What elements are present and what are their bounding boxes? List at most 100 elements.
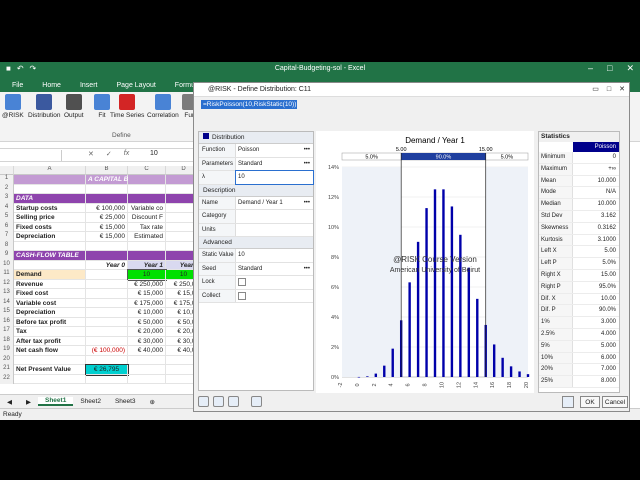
grid-cell[interactable]: CASH-FLOW TABLE: [14, 251, 86, 261]
row-header[interactable]: 6: [0, 222, 14, 232]
grid-cell[interactable]: [86, 327, 128, 337]
cycle-icon[interactable]: [228, 396, 239, 407]
grid-cell[interactable]: Tax: [14, 327, 86, 337]
grid-cell[interactable]: Depreciation: [14, 232, 86, 242]
row-header[interactable]: 22: [0, 374, 14, 384]
ribbon-timeseries-button[interactable]: Time Series: [110, 94, 144, 119]
grid-cell[interactable]: [86, 194, 128, 204]
grid-cell[interactable]: € 15,000: [86, 222, 128, 232]
row-header[interactable]: 5: [0, 213, 14, 223]
row-header[interactable]: 14: [0, 298, 14, 308]
grid-cell[interactable]: [14, 260, 86, 270]
row-header[interactable]: 1: [0, 175, 14, 185]
settings-icon[interactable]: [213, 396, 224, 407]
sheet-tab-sheet1[interactable]: Sheet1: [38, 397, 74, 406]
grid-cell[interactable]: € 25,000: [86, 213, 128, 223]
grid-cell[interactable]: Net cash flow: [14, 346, 86, 356]
property-value[interactable]: [236, 210, 313, 223]
grid-cell[interactable]: After tax profit: [14, 336, 86, 346]
edit-icon[interactable]: [562, 396, 574, 408]
close-icon[interactable]: ✕: [626, 63, 634, 74]
grid-cell[interactable]: € 30,000: [128, 336, 166, 346]
add-sheet-icon[interactable]: ⊕: [143, 398, 162, 406]
checkbox[interactable]: [238, 291, 246, 300]
cancel-icon[interactable]: ✕: [88, 150, 94, 158]
row-header[interactable]: 9: [0, 251, 14, 261]
grid-cell[interactable]: € 10,000: [128, 308, 166, 318]
grid-cell[interactable]: € 15,000: [128, 289, 166, 299]
grid-cell[interactable]: Estimated: [128, 232, 166, 242]
grid-cell[interactable]: Discount F: [128, 213, 166, 223]
menu-home[interactable]: Home: [42, 82, 61, 89]
menu-insert[interactable]: Insert: [80, 82, 98, 89]
help-icon[interactable]: [198, 396, 209, 407]
property-value[interactable]: Standard •••: [236, 158, 313, 171]
grid-cell[interactable]: [86, 270, 128, 280]
ribbon-distribution-button[interactable]: Distribution: [28, 94, 61, 119]
grid-cell[interactable]: [86, 374, 128, 384]
grid-cell[interactable]: Fixed costs: [14, 222, 86, 232]
grid-cell[interactable]: [86, 251, 128, 261]
grid-cell[interactable]: [128, 184, 166, 194]
grid-cell[interactable]: [14, 175, 86, 185]
grid-cell[interactable]: [128, 194, 166, 204]
grid-cell[interactable]: Depreciation: [14, 308, 86, 318]
grid-cell[interactable]: € 250,000: [128, 279, 166, 289]
property-value[interactable]: 10: [236, 249, 313, 262]
row-header[interactable]: 21: [0, 365, 14, 375]
sheet-nav-right-icon[interactable]: ▶: [19, 398, 38, 406]
grid-cell[interactable]: € 100,000: [86, 203, 128, 213]
grid-cell[interactable]: € 40,000: [128, 346, 166, 356]
grid-cell[interactable]: Net Present Value: [14, 365, 86, 375]
close-icon[interactable]: ✕: [619, 83, 625, 97]
row-header[interactable]: 11: [0, 270, 14, 280]
grid-cell[interactable]: [86, 298, 128, 308]
column-header-c[interactable]: C: [128, 166, 166, 175]
grid-cell[interactable]: [128, 355, 166, 365]
row-header[interactable]: 19: [0, 346, 14, 356]
row-header[interactable]: 10: [0, 260, 14, 270]
sheet-tab-sheet2[interactable]: Sheet2: [73, 398, 108, 405]
minimize-icon[interactable]: –: [588, 63, 593, 74]
grid-cell[interactable]: [14, 184, 86, 194]
more-options-icon[interactable]: •••: [304, 197, 310, 210]
grid-cell[interactable]: Tax rate: [128, 222, 166, 232]
grid-cell[interactable]: 10: [127, 269, 167, 281]
grid-cell[interactable]: [128, 175, 166, 185]
row-header[interactable]: 2: [0, 184, 14, 194]
grid-cell[interactable]: A CAPITAL BUDGETING EXAMP: [86, 175, 188, 185]
sheet-tab-sheet3[interactable]: Sheet3: [108, 398, 143, 405]
fx-icon[interactable]: fx: [124, 150, 129, 158]
maximize-icon[interactable]: □: [607, 63, 612, 74]
grid-cell[interactable]: [86, 241, 128, 251]
row-header[interactable]: 8: [0, 241, 14, 251]
formula-input[interactable]: 10: [150, 150, 158, 157]
enter-icon[interactable]: ✓: [106, 150, 112, 158]
grid-cell[interactable]: Variable co: [128, 203, 166, 213]
grid-cell[interactable]: Demand: [14, 270, 86, 280]
property-value[interactable]: [236, 290, 313, 303]
checkbox[interactable]: [238, 278, 246, 286]
grid-cell[interactable]: Year 0: [86, 260, 128, 270]
grid-cell[interactable]: [14, 355, 86, 365]
ribbon-fit-button[interactable]: Fit: [94, 94, 110, 119]
minimize-icon[interactable]: ▭: [592, 83, 599, 97]
property-value[interactable]: 10: [235, 170, 314, 185]
grid-cell[interactable]: [86, 336, 128, 346]
grid-cell[interactable]: [86, 184, 128, 194]
grid-cell[interactable]: Variable cost: [14, 298, 86, 308]
row-header[interactable]: 12: [0, 279, 14, 289]
ok-button[interactable]: OK: [580, 396, 600, 408]
property-value[interactable]: Demand / Year 1 •••: [236, 197, 313, 210]
property-value[interactable]: [236, 224, 313, 237]
row-header[interactable]: 13: [0, 289, 14, 299]
row-header[interactable]: 20: [0, 355, 14, 365]
grid-cell[interactable]: [14, 374, 86, 384]
more-options-icon[interactable]: •••: [304, 158, 310, 171]
ribbon-correlation-button[interactable]: Correlation: [147, 94, 179, 119]
more-options-icon[interactable]: •••: [304, 144, 310, 157]
row-header[interactable]: 15: [0, 308, 14, 318]
row-header[interactable]: 3: [0, 194, 14, 204]
grid-cell[interactable]: [86, 308, 128, 318]
column-header-a[interactable]: A: [14, 166, 86, 175]
